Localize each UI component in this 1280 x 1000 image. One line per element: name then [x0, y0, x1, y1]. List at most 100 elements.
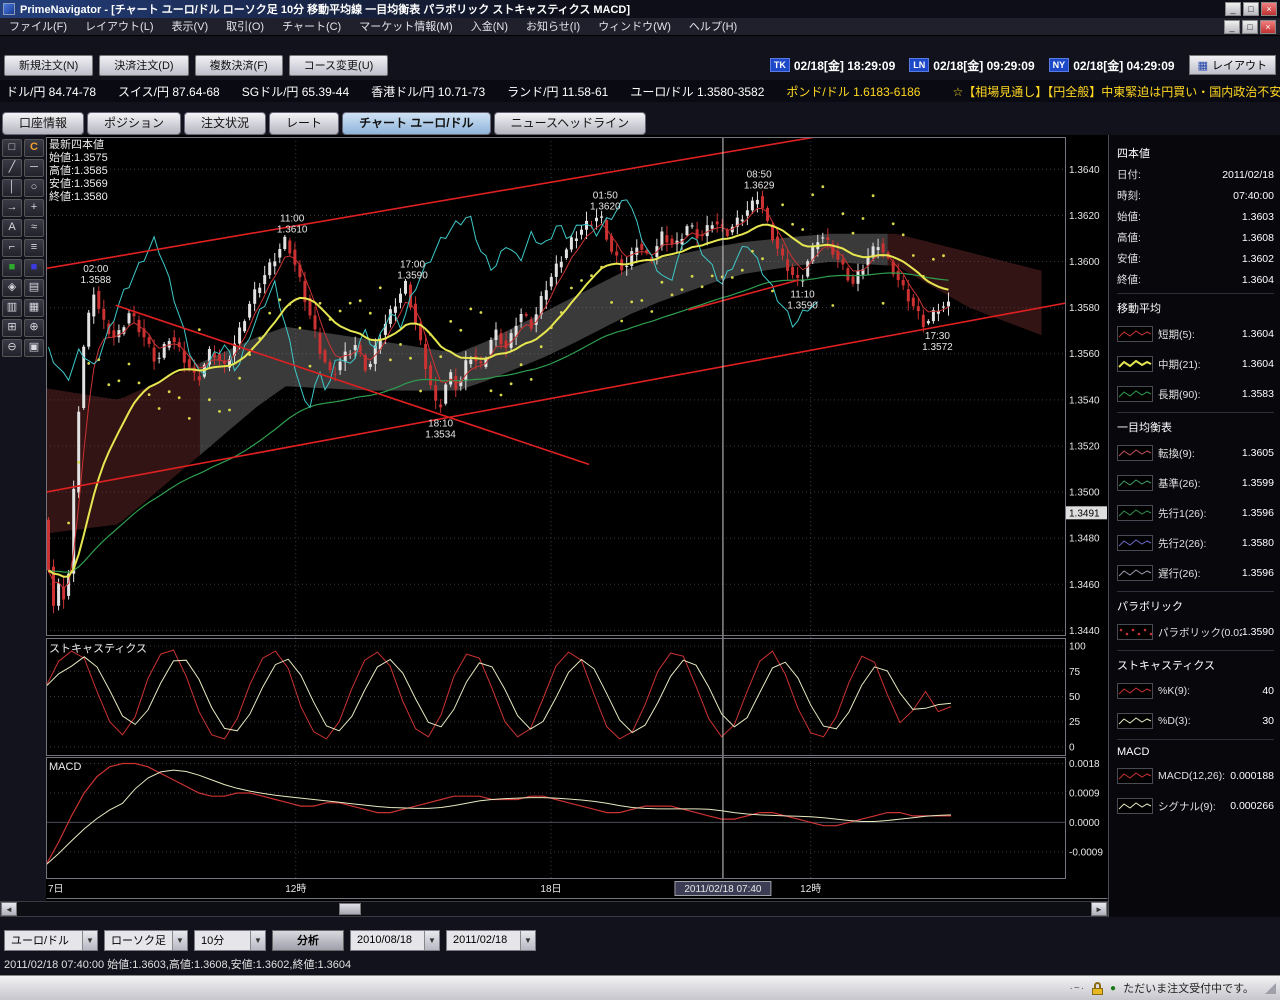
svg-text:1.3590: 1.3590 — [787, 301, 818, 312]
tab-1[interactable]: ポジション — [87, 112, 181, 135]
minimize-button[interactable]: _ — [1225, 2, 1241, 16]
scroll-right-button[interactable]: ► — [1091, 902, 1107, 916]
tab-4[interactable]: チャート ユーロ/ドル — [342, 112, 491, 135]
menu-item-0[interactable]: ファイル(F) — [0, 18, 76, 36]
svg-text:1.3460: 1.3460 — [1069, 580, 1100, 591]
tab-0[interactable]: 口座情報 — [2, 112, 84, 135]
lock-body — [1092, 988, 1103, 995]
resize-grip[interactable] — [1265, 983, 1276, 994]
sidebar-section-title: 移動平均 — [1117, 297, 1274, 319]
svg-text:1.3600: 1.3600 — [1069, 257, 1100, 268]
menu-item-4[interactable]: チャート(C) — [273, 18, 350, 36]
indicator-label: 長期(90): — [1158, 387, 1242, 402]
scrollbar-track[interactable] — [17, 902, 1091, 916]
world-clocks: TK02/18[金] 18:29:09LN02/18[金] 09:29:09NY… — [770, 57, 1175, 74]
svg-text:-0.0009: -0.0009 — [1069, 847, 1103, 858]
pair-select-value: ユーロ/ドル — [11, 932, 69, 948]
interval-select-value: 10分 — [201, 932, 224, 948]
arrow-tool[interactable]: → — [2, 199, 22, 217]
pair-select[interactable]: ユーロ/ドル ▼ — [4, 930, 98, 951]
layout-button[interactable]: ▦ レイアウト — [1189, 55, 1276, 75]
menu-item-7[interactable]: お知らせ(I) — [517, 18, 589, 36]
tab-2[interactable]: 注文状況 — [184, 112, 266, 135]
indicator-label: 時刻: — [1117, 188, 1233, 203]
menu-item-5[interactable]: マーケット情報(M) — [350, 18, 462, 36]
select-tool[interactable]: □ — [2, 139, 22, 157]
channel-tool[interactable]: ⌐ — [2, 239, 22, 257]
wave-tool[interactable]: ≈ — [24, 219, 44, 237]
sidebar-section-0: 四本値日付:2011/02/18時刻:07:40:00始値:1.3603高値:1… — [1117, 139, 1274, 290]
indicator-value: 30 — [1262, 715, 1274, 727]
zoom-in-tool[interactable]: ⊕ — [24, 319, 44, 337]
horizontal-line-tool[interactable]: ─ — [24, 159, 44, 177]
layout-grid-tool[interactable]: ▦ — [24, 299, 44, 317]
rate-item-2: SGドル/円 65.39-44 — [242, 83, 349, 100]
indicator-line-swatch — [1117, 768, 1153, 784]
indicator-line-swatch — [1117, 565, 1153, 581]
indicator-label: シグナル(9): — [1158, 799, 1230, 814]
text-tool[interactable]: A — [2, 219, 22, 237]
maximize-button[interactable]: □ — [1243, 2, 1259, 16]
toolbar-button-2[interactable]: 複数決済(F) — [195, 55, 283, 76]
mdi-restore-button[interactable]: □ — [1242, 20, 1258, 34]
menu-item-1[interactable]: レイアウト(L) — [76, 18, 162, 36]
clock-ln: LN02/18[金] 09:29:09 — [909, 57, 1034, 74]
add-panel-tool[interactable]: ⊞ — [2, 319, 22, 337]
indicator-value: 1.3596 — [1242, 567, 1274, 579]
date-from-select[interactable]: 2010/08/18 ▼ — [350, 930, 440, 951]
svg-text:1.3560: 1.3560 — [1069, 349, 1100, 360]
menu-item-8[interactable]: ウィンドウ(W) — [589, 18, 680, 36]
price-chart[interactable]: 02:001.358811:001.361017:001.359018:101.… — [46, 135, 1108, 901]
candle-button[interactable]: C — [24, 139, 44, 157]
analyze-button[interactable]: 分析 — [272, 930, 344, 951]
fibonacci-tool[interactable]: ≡ — [24, 239, 44, 257]
indicator-line-swatch — [1117, 326, 1153, 342]
menu-item-3[interactable]: 取引(O) — [217, 18, 273, 36]
indicator-value: 1.3599 — [1242, 477, 1274, 489]
tab-3[interactable]: レート — [269, 112, 339, 135]
toolbar-button-1[interactable]: 決済注文(D) — [99, 55, 188, 76]
status-bar: ·~· ● ただいま注文受付中です。 — [0, 975, 1280, 1000]
tab-5[interactable]: ニュースヘッドライン — [494, 112, 647, 135]
chart-type-select-value: ローソク足 — [111, 932, 166, 948]
menu-item-2[interactable]: 表示(V) — [163, 18, 218, 36]
clock-tk: TK02/18[金] 18:29:09 — [770, 57, 895, 74]
indicator-line-swatch — [1117, 535, 1153, 551]
color-green-swatch[interactable]: ■ — [2, 259, 22, 277]
close-button[interactable]: × — [1261, 2, 1277, 16]
zoom-out-tool[interactable]: ⊖ — [2, 339, 22, 357]
toolbar-button-3[interactable]: コース変更(U) — [289, 55, 389, 76]
indicator-label: 先行2(26): — [1158, 536, 1242, 551]
menu-item-6[interactable]: 入金(N) — [462, 18, 517, 36]
indicator-line-swatch — [1117, 505, 1153, 521]
layout-rows-tool[interactable]: ▥ — [2, 299, 22, 317]
indicator-row: 始値:1.3603 — [1117, 206, 1274, 227]
trendline-tool[interactable]: ╱ — [2, 159, 22, 177]
svg-text:11:10: 11:10 — [790, 290, 815, 301]
mdi-minimize-button[interactable]: _ — [1224, 20, 1240, 34]
chart-type-select[interactable]: ローソク足 ▼ — [104, 930, 188, 951]
save-tool[interactable]: ▣ — [24, 339, 44, 357]
hand-tool[interactable]: ◈ — [2, 279, 22, 297]
indicator-label: パラボリック(0.02): — [1158, 625, 1242, 640]
menu-item-9[interactable]: ヘルプ(H) — [680, 18, 746, 36]
scroll-left-button[interactable]: ◄ — [1, 902, 17, 916]
svg-text:1.3629: 1.3629 — [744, 181, 775, 192]
svg-text:1.3440: 1.3440 — [1069, 626, 1100, 637]
date-to-select[interactable]: 2011/02/18 ▼ — [446, 930, 536, 951]
indicator-label: 日付: — [1117, 167, 1222, 182]
mdi-close-button[interactable]: × — [1260, 20, 1276, 34]
network-status-icon: ·~· — [1070, 983, 1086, 994]
vertical-line-tool[interactable]: │ — [2, 179, 22, 197]
window-controls: _ □ × — [1225, 2, 1277, 16]
indicator-value: 40 — [1262, 685, 1274, 697]
clipboard-tool[interactable]: ▤ — [24, 279, 44, 297]
indicator-label: 始値: — [1117, 209, 1242, 224]
interval-select[interactable]: 10分 ▼ — [194, 930, 266, 951]
scrollbar-thumb[interactable] — [339, 903, 361, 915]
horizontal-scrollbar[interactable]: ◄ ► — [0, 901, 1108, 917]
crosshair-tool[interactable]: + — [24, 199, 44, 217]
color-blue-swatch[interactable]: ■ — [24, 259, 44, 277]
toolbar-button-0[interactable]: 新規注文(N) — [4, 55, 93, 76]
ellipse-tool[interactable]: ○ — [24, 179, 44, 197]
